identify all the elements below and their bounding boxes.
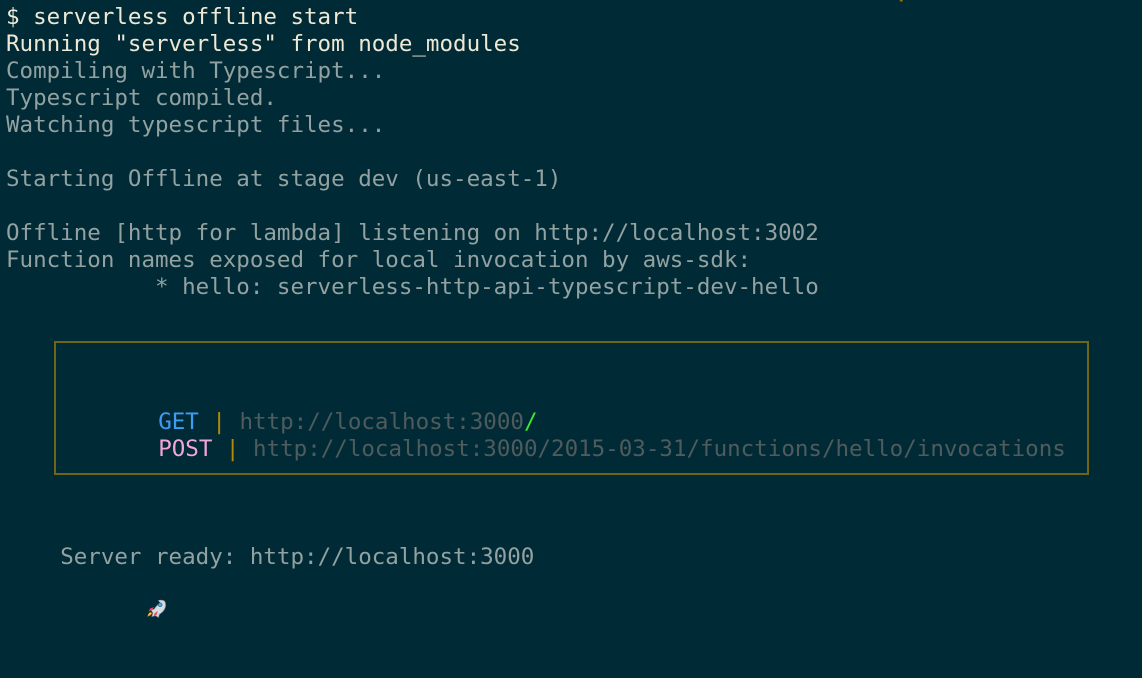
command-line: $ serverless offline start <box>6 4 359 30</box>
route-method-post: POST <box>158 436 213 462</box>
terminal-window[interactable]: , , , ; $ serverless offline start Runni… <box>0 0 1142 618</box>
starting-message: Starting Offline at stage dev (us-east-1… <box>6 166 562 192</box>
server-ready-text: Server ready: http://localhost:3000 <box>60 544 535 570</box>
clipped-previous-output: , , , ; <box>590 0 960 2</box>
compiled-message: Typescript compiled. <box>6 85 277 111</box>
running-message: Running "serverless" from node_modules <box>6 31 521 57</box>
route-separator: | <box>225 436 240 462</box>
function-names-message: Function names exposed for local invocat… <box>6 247 752 273</box>
compiling-message: Compiling with Typescript... <box>6 58 386 84</box>
route-url-post[interactable]: http://localhost:3000/2015-03-31/functio… <box>253 436 1066 462</box>
server-ready-line: Server ready: http://localhost:3000 <box>6 517 534 678</box>
route-post: POST | http://localhost:3000/2015-03-31/… <box>104 409 1066 490</box>
function-item-hello: * hello: serverless-http-api-typescript-… <box>6 274 819 300</box>
watching-message: Watching typescript files... <box>6 112 386 138</box>
rocket-icon <box>64 571 167 618</box>
offline-listening-message: Offline [http for lambda] listening on h… <box>6 220 819 246</box>
